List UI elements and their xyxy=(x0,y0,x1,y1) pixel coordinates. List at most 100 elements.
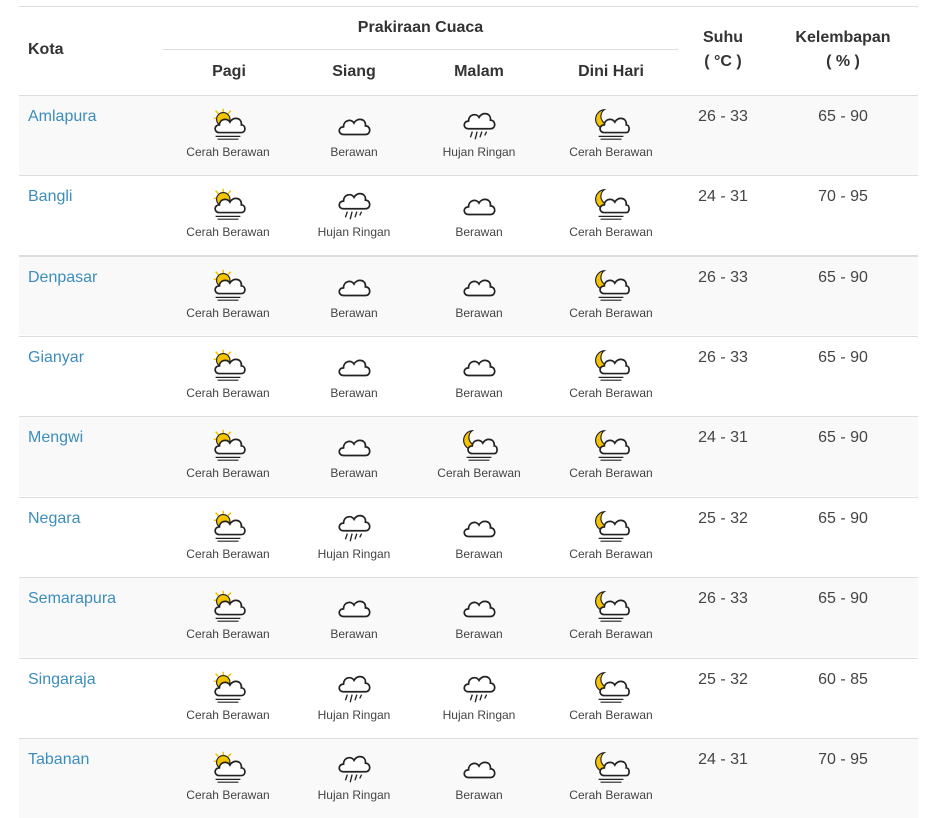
cloud-icon xyxy=(463,761,496,779)
humidity-value: 65 - 90 xyxy=(818,429,868,446)
weather-label: Cerah Berawan xyxy=(569,627,653,641)
weather-label: Hujan Ringan xyxy=(317,547,391,561)
forecast-cell: Berawan xyxy=(291,587,417,641)
cloud-icon xyxy=(463,520,496,538)
forecast-cell: Cerah Berawan xyxy=(165,587,291,641)
forecast-cell: Berawan xyxy=(291,346,417,400)
temperature-value: 26 - 33 xyxy=(698,108,748,125)
city-link[interactable]: Negara xyxy=(28,510,80,528)
weather-label: Cerah Berawan xyxy=(186,708,270,722)
weather-label: Cerah Berawan xyxy=(569,547,653,561)
header-kota: Kota xyxy=(28,41,64,58)
temperature-value: 24 - 31 xyxy=(698,429,748,446)
weather-label: Cerah Berawan xyxy=(186,788,270,802)
table-row: Amlapura Cerah Berawan Berawan Hujan Ringan… xyxy=(19,95,918,175)
cloud-icon xyxy=(338,279,371,297)
table-top-border xyxy=(19,6,918,7)
city-link[interactable]: Denpasar xyxy=(28,269,97,287)
sun-cloud-icon xyxy=(213,188,246,220)
rain-cloud-icon xyxy=(338,675,371,703)
temperature-value: 24 - 31 xyxy=(698,751,748,768)
header-period-malam: Malam xyxy=(454,63,504,80)
forecast-cell: Cerah Berawan xyxy=(548,587,674,641)
header-suhu-unit: ( °C ) xyxy=(704,53,742,70)
moon-cloud-icon xyxy=(595,510,630,542)
forecast-cell: Cerah Berawan xyxy=(548,426,674,480)
weather-label: Berawan xyxy=(330,386,378,400)
weather-label: Hujan Ringan xyxy=(442,708,516,722)
table-row: Mengwi Cerah Berawan Berawan Cerah Berawan C… xyxy=(19,416,918,496)
humidity-value: 65 - 90 xyxy=(818,108,868,125)
sun-cloud-icon xyxy=(213,671,246,703)
forecast-cell: Berawan xyxy=(291,426,417,480)
forecast-cell: Berawan xyxy=(291,105,417,159)
moon-cloud-icon xyxy=(595,671,630,703)
humidity-value: 65 - 90 xyxy=(818,590,868,607)
weather-label: Cerah Berawan xyxy=(186,627,270,641)
cloud-icon xyxy=(463,198,496,216)
weather-label: Berawan xyxy=(455,386,503,400)
header-kelembapan-unit: ( % ) xyxy=(826,53,860,70)
forecast-cell: Cerah Berawan xyxy=(548,105,674,159)
header-period-dini-hari: Dini Hari xyxy=(578,63,644,80)
cloud-icon xyxy=(463,359,496,377)
weather-label: Cerah Berawan xyxy=(569,145,653,159)
moon-cloud-icon xyxy=(595,188,630,220)
moon-cloud-icon xyxy=(595,269,630,301)
forecast-cell: Cerah Berawan xyxy=(548,185,674,239)
weather-label: Cerah Berawan xyxy=(569,708,653,722)
city-link[interactable]: Semarapura xyxy=(28,590,116,608)
weather-label: Berawan xyxy=(330,466,378,480)
temperature-value: 26 - 33 xyxy=(698,269,748,286)
sun-cloud-icon xyxy=(213,349,246,381)
table-row: Singaraja Cerah Berawan Hujan Ringan Hujan … xyxy=(19,658,918,738)
weather-label: Cerah Berawan xyxy=(186,145,270,159)
humidity-value: 70 - 95 xyxy=(818,751,868,768)
sun-cloud-icon xyxy=(213,269,246,301)
header-prakiraan: Prakiraan Cuaca xyxy=(357,19,484,36)
cloud-icon xyxy=(338,439,371,457)
moon-cloud-icon xyxy=(595,349,630,381)
forecast-cell: Berawan xyxy=(416,748,542,802)
forecast-cell: Berawan xyxy=(291,266,417,320)
sun-cloud-icon xyxy=(213,510,246,542)
city-link[interactable]: Gianyar xyxy=(28,349,84,367)
moon-cloud-icon xyxy=(595,108,630,140)
city-link[interactable]: Singaraja xyxy=(28,671,96,689)
weather-label: Cerah Berawan xyxy=(186,547,270,561)
table-row: Negara Cerah Berawan Hujan Ringan Berawan Ce… xyxy=(19,497,918,577)
forecast-cell: Berawan xyxy=(416,507,542,561)
table-row: Denpasar Cerah Berawan Berawan Berawan Cerah… xyxy=(19,255,918,335)
temperature-value: 26 - 33 xyxy=(698,590,748,607)
sun-cloud-icon xyxy=(213,590,246,622)
sun-cloud-icon xyxy=(213,751,246,783)
rain-cloud-icon xyxy=(338,755,371,783)
temperature-value: 25 - 32 xyxy=(698,671,748,688)
rain-cloud-icon xyxy=(338,192,371,220)
table-row: Gianyar Cerah Berawan Berawan Berawan Cerah … xyxy=(19,336,918,416)
forecast-cell: Cerah Berawan xyxy=(165,426,291,480)
weather-label: Berawan xyxy=(455,627,503,641)
weather-label: Berawan xyxy=(455,306,503,320)
forecast-cell: Cerah Berawan xyxy=(165,748,291,802)
forecast-cell: Cerah Berawan xyxy=(165,346,291,400)
cloud-icon xyxy=(338,359,371,377)
weather-label: Cerah Berawan xyxy=(437,466,521,480)
humidity-value: 65 - 90 xyxy=(818,269,868,286)
forecast-cell: Cerah Berawan xyxy=(416,426,542,480)
city-link[interactable]: Mengwi xyxy=(28,429,83,447)
city-link[interactable]: Tabanan xyxy=(28,751,89,769)
cloud-icon xyxy=(338,600,371,618)
city-link[interactable]: Bangli xyxy=(28,188,72,206)
moon-cloud-icon xyxy=(595,429,630,461)
forecast-cell: Cerah Berawan xyxy=(165,185,291,239)
forecast-cell: Hujan Ringan xyxy=(291,507,417,561)
forecast-cell: Cerah Berawan xyxy=(548,266,674,320)
weather-label: Cerah Berawan xyxy=(569,788,653,802)
weather-label: Berawan xyxy=(330,306,378,320)
table-row: Tabanan Cerah Berawan Hujan Ringan Berawan C… xyxy=(19,738,918,818)
weather-label: Hujan Ringan xyxy=(317,708,391,722)
city-link[interactable]: Amlapura xyxy=(28,108,96,126)
forecast-cell: Cerah Berawan xyxy=(165,668,291,722)
sun-cloud-icon xyxy=(213,108,246,140)
